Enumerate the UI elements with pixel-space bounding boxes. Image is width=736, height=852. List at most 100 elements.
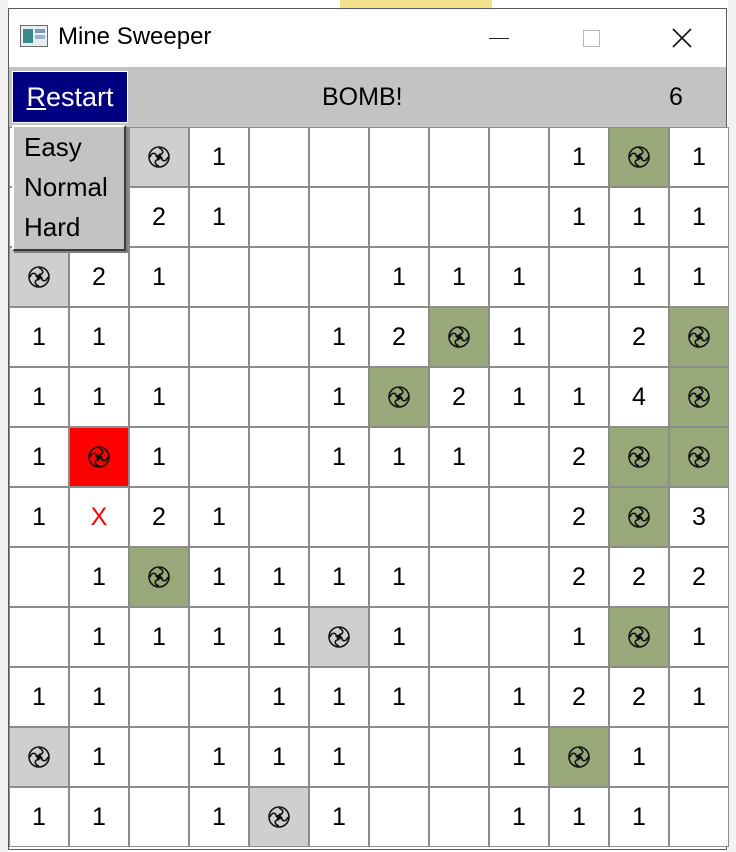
board-cell[interactable]: 1 bbox=[249, 607, 309, 667]
board-cell[interactable] bbox=[429, 307, 489, 367]
board-cell[interactable]: 2 bbox=[129, 187, 189, 247]
board-cell[interactable]: 1 bbox=[309, 547, 369, 607]
board-cell[interactable] bbox=[669, 367, 729, 427]
board-cell[interactable]: 1 bbox=[189, 787, 249, 847]
board-cell[interactable]: 1 bbox=[249, 547, 309, 607]
menu-item-hard[interactable]: Hard bbox=[24, 212, 80, 243]
board-cell[interactable] bbox=[309, 187, 369, 247]
board-cell[interactable] bbox=[429, 787, 489, 847]
board-cell[interactable]: 1 bbox=[609, 727, 669, 787]
board-cell[interactable] bbox=[129, 127, 189, 187]
board-cell[interactable]: 1 bbox=[309, 667, 369, 727]
board-cell[interactable]: 1 bbox=[309, 367, 369, 427]
board-cell[interactable] bbox=[489, 607, 549, 667]
board-cell[interactable] bbox=[249, 487, 309, 547]
board-cell[interactable] bbox=[489, 487, 549, 547]
board-cell[interactable]: 2 bbox=[69, 247, 129, 307]
board-cell[interactable]: 2 bbox=[549, 667, 609, 727]
board-cell[interactable]: 1 bbox=[669, 187, 729, 247]
close-button[interactable] bbox=[636, 9, 728, 67]
board-cell[interactable]: 2 bbox=[549, 487, 609, 547]
board-cell[interactable]: 1 bbox=[489, 307, 549, 367]
board-cell[interactable] bbox=[189, 427, 249, 487]
board-cell[interactable] bbox=[9, 547, 69, 607]
board-cell[interactable] bbox=[609, 427, 669, 487]
board-cell[interactable] bbox=[129, 727, 189, 787]
board-cell[interactable]: 1 bbox=[309, 307, 369, 367]
board-cell[interactable] bbox=[429, 127, 489, 187]
board-cell[interactable] bbox=[69, 427, 129, 487]
board-cell[interactable] bbox=[429, 667, 489, 727]
board-cell[interactable]: 1 bbox=[189, 187, 249, 247]
board-cell[interactable] bbox=[369, 487, 429, 547]
board-cell[interactable]: 1 bbox=[669, 667, 729, 727]
board-cell[interactable]: 1 bbox=[9, 427, 69, 487]
board-cell[interactable]: 1 bbox=[369, 427, 429, 487]
board-cell[interactable] bbox=[129, 307, 189, 367]
board-cell[interactable]: 1 bbox=[549, 187, 609, 247]
board-cell[interactable]: 1 bbox=[69, 727, 129, 787]
board-cell[interactable]: 1 bbox=[249, 667, 309, 727]
board-cell[interactable] bbox=[309, 247, 369, 307]
board-cell[interactable] bbox=[249, 187, 309, 247]
board-cell[interactable]: 1 bbox=[489, 667, 549, 727]
board-cell[interactable]: 1 bbox=[669, 247, 729, 307]
board-cell[interactable]: 1 bbox=[129, 607, 189, 667]
board-cell[interactable] bbox=[189, 307, 249, 367]
board-cell[interactable]: 1 bbox=[189, 727, 249, 787]
board-cell[interactable]: 1 bbox=[489, 787, 549, 847]
board-cell[interactable] bbox=[249, 787, 309, 847]
board-cell[interactable]: 3 bbox=[669, 487, 729, 547]
board-cell[interactable] bbox=[429, 547, 489, 607]
board-cell[interactable]: 1 bbox=[549, 127, 609, 187]
board-cell[interactable]: X bbox=[69, 487, 129, 547]
board-cell[interactable] bbox=[489, 547, 549, 607]
board-cell[interactable] bbox=[249, 427, 309, 487]
board-cell[interactable]: 1 bbox=[69, 667, 129, 727]
board-cell[interactable] bbox=[189, 247, 249, 307]
menu-item-easy[interactable]: Easy bbox=[24, 132, 82, 163]
board-cell[interactable]: 1 bbox=[9, 307, 69, 367]
board-cell[interactable]: 2 bbox=[609, 307, 669, 367]
board-cell[interactable]: 1 bbox=[69, 547, 129, 607]
board-cell[interactable] bbox=[129, 547, 189, 607]
board-cell[interactable]: 1 bbox=[489, 247, 549, 307]
board-cell[interactable]: 1 bbox=[669, 607, 729, 667]
board-cell[interactable]: 2 bbox=[429, 367, 489, 427]
board-cell[interactable]: 1 bbox=[129, 247, 189, 307]
board-cell[interactable]: 1 bbox=[489, 367, 549, 427]
board-cell[interactable]: 2 bbox=[609, 667, 669, 727]
board-cell[interactable]: 1 bbox=[69, 307, 129, 367]
board-cell[interactable]: 1 bbox=[69, 367, 129, 427]
minimize-button[interactable] bbox=[453, 9, 545, 67]
board-cell[interactable]: 1 bbox=[189, 487, 249, 547]
board-cell[interactable]: 2 bbox=[369, 307, 429, 367]
board-cell[interactable] bbox=[309, 127, 369, 187]
board-cell[interactable] bbox=[309, 487, 369, 547]
board-cell[interactable]: 1 bbox=[9, 667, 69, 727]
board-cell[interactable]: 4 bbox=[609, 367, 669, 427]
board-cell[interactable]: 1 bbox=[489, 727, 549, 787]
board-cell[interactable] bbox=[489, 127, 549, 187]
board-cell[interactable] bbox=[129, 667, 189, 727]
board-cell[interactable]: 2 bbox=[609, 547, 669, 607]
board-cell[interactable]: 1 bbox=[309, 787, 369, 847]
board-cell[interactable] bbox=[369, 787, 429, 847]
board-cell[interactable] bbox=[189, 367, 249, 427]
board-cell[interactable] bbox=[249, 127, 309, 187]
board-cell[interactable]: 1 bbox=[609, 787, 669, 847]
board-cell[interactable]: 1 bbox=[9, 787, 69, 847]
board-cell[interactable]: 1 bbox=[129, 427, 189, 487]
board-cell[interactable] bbox=[369, 367, 429, 427]
board-cell[interactable] bbox=[549, 727, 609, 787]
board-cell[interactable] bbox=[129, 787, 189, 847]
board-cell[interactable]: 1 bbox=[189, 547, 249, 607]
board-cell[interactable]: 1 bbox=[549, 787, 609, 847]
board-cell[interactable]: 1 bbox=[189, 607, 249, 667]
board-cell[interactable]: 1 bbox=[129, 367, 189, 427]
board-cell[interactable] bbox=[429, 727, 489, 787]
board-cell[interactable] bbox=[669, 307, 729, 367]
board-cell[interactable] bbox=[9, 247, 69, 307]
board-cell[interactable]: 1 bbox=[669, 127, 729, 187]
board-cell[interactable]: 1 bbox=[369, 607, 429, 667]
